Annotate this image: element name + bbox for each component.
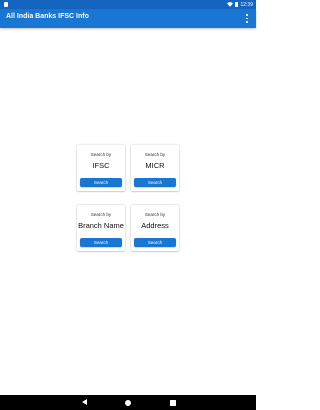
home-icon[interactable] [125,399,131,406]
recents-icon[interactable] [170,399,176,406]
card-caption: Search by [90,212,112,217]
status-icons: 12:39 [227,0,253,9]
app-title: All India Banks IFSC Info [6,13,89,20]
search-address-button[interactable]: Search [134,238,176,247]
search-card-ifsc: Search by IFSC Search [77,145,125,191]
card-caption: Search by [144,152,166,157]
search-card-address: Search by Address Search [131,205,179,251]
search-ifsc-button[interactable]: Search [80,178,122,187]
search-card-branch-name: Search by Branch Name Search [77,205,125,251]
battery-icon [235,2,239,7]
search-card-micr: Search by MICR Search [131,145,179,191]
app-bar: All India Banks IFSC Info [0,9,256,28]
status-time: 12:39 [240,1,253,8]
navigation-bar [0,395,256,410]
back-icon[interactable] [82,399,87,405]
card-field-label: Address [141,221,169,230]
overflow-menu-icon[interactable] [244,13,250,24]
status-bar: 12:39 [0,0,256,9]
search-micr-button[interactable]: Search [134,178,176,187]
card-field-label: MICR [145,161,165,170]
notification-icon [4,2,8,7]
wifi-icon [227,2,234,7]
search-branch-name-button[interactable]: Search [80,238,122,247]
card-field-label: IFSC [92,161,110,170]
card-caption: Search by [90,152,112,157]
card-caption: Search by [144,212,166,217]
card-field-label: Branch Name [78,221,124,230]
